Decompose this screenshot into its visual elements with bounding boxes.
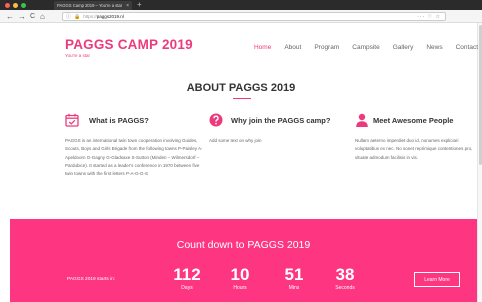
site-nav: Home About Program Campsite Gallery News… bbox=[254, 44, 478, 51]
nav-about[interactable]: About bbox=[284, 44, 301, 51]
nav-campsite[interactable]: Campsite bbox=[352, 44, 379, 51]
maximize-window-icon[interactable] bbox=[21, 3, 26, 8]
feature-text: Nullam aeterno imperdiet duo id, nonumes… bbox=[355, 138, 473, 160]
browser-nav-bar: ← → C ⌂ ⓘ 🔒 https:// paggs2019.nl ··· ♡ … bbox=[0, 10, 482, 23]
reload-button[interactable]: C bbox=[30, 11, 35, 22]
user-icon bbox=[356, 113, 368, 127]
forward-button[interactable]: → bbox=[18, 11, 26, 22]
nav-program[interactable]: Program bbox=[314, 44, 339, 51]
page-actions[interactable]: ··· ♡ ☆ bbox=[417, 13, 441, 21]
feature-heading: What is PAGGS? bbox=[89, 116, 149, 125]
calendar-check-icon bbox=[65, 113, 79, 127]
question-circle-icon bbox=[209, 113, 223, 127]
nav-gallery[interactable]: Gallery bbox=[393, 44, 414, 51]
minimize-window-icon[interactable] bbox=[13, 3, 18, 8]
info-icon[interactable]: ⓘ bbox=[66, 13, 71, 20]
feature-text: PAGGS is an international twin town coop… bbox=[65, 138, 203, 177]
seconds-label: Seconds bbox=[335, 285, 355, 291]
feature-heading: Meet Awesome People bbox=[373, 116, 454, 125]
countdown-section: Count down to PAGGS 2019 PAGGS 2019 star… bbox=[10, 219, 477, 302]
mins-value: 51 bbox=[284, 265, 304, 284]
tab-close-icon[interactable]: × bbox=[126, 3, 129, 9]
site-logo[interactable]: PAGGS CAMP 2019 You're a star bbox=[65, 37, 193, 59]
browser-tab[interactable]: PAGGS Camp 2019 – You're a star × bbox=[54, 1, 132, 10]
countdown-hours: 10 Hours bbox=[224, 265, 256, 292]
title-divider bbox=[233, 98, 251, 99]
back-button[interactable]: ← bbox=[6, 11, 14, 22]
address-bar[interactable]: ⓘ 🔒 https:// paggs2019.nl ··· ♡ ☆ bbox=[62, 12, 446, 21]
page-scrollbar[interactable] bbox=[477, 23, 482, 302]
url-protocol: https:// bbox=[83, 14, 97, 19]
countdown-days: 112 Days bbox=[171, 265, 203, 292]
seconds-value: 38 bbox=[335, 265, 355, 284]
mins-label: Mins bbox=[288, 285, 300, 291]
feature-heading: Why join the PAGGS camp? bbox=[231, 116, 331, 125]
nav-news[interactable]: News bbox=[426, 44, 442, 51]
learn-more-button[interactable]: Learn More bbox=[414, 272, 460, 287]
hours-value: 10 bbox=[230, 265, 250, 284]
countdown-title: Count down to PAGGS 2019 bbox=[176, 239, 311, 251]
nav-contact[interactable]: Contact bbox=[456, 44, 478, 51]
close-window-icon[interactable] bbox=[5, 3, 10, 8]
home-button[interactable]: ⌂ bbox=[40, 11, 45, 22]
window-controls bbox=[5, 3, 26, 8]
days-value: 112 bbox=[173, 265, 201, 284]
browser-tab-bar: PAGGS Camp 2019 – You're a star × + bbox=[0, 0, 482, 10]
feature-text: Add some text on why join bbox=[209, 138, 262, 143]
nav-home[interactable]: Home bbox=[254, 44, 271, 51]
hours-label: Hours bbox=[233, 285, 247, 291]
countdown-seconds: 38 Seconds bbox=[329, 265, 361, 292]
countdown-starts-label: PAGGS 2019 starts in: bbox=[67, 277, 116, 282]
about-title: ABOUT PAGGS 2019 bbox=[186, 82, 296, 94]
new-tab-button[interactable]: + bbox=[137, 1, 142, 9]
days-label: Days bbox=[181, 285, 193, 291]
url-host: paggs2019.nl bbox=[96, 14, 124, 19]
logo-title: PAGGS CAMP 2019 bbox=[65, 37, 193, 52]
lock-icon: 🔒 bbox=[74, 13, 81, 20]
tab-title: PAGGS Camp 2019 – You're a star bbox=[57, 3, 123, 8]
countdown-mins: 51 Mins bbox=[278, 265, 310, 292]
logo-tagline: You're a star bbox=[65, 53, 90, 58]
